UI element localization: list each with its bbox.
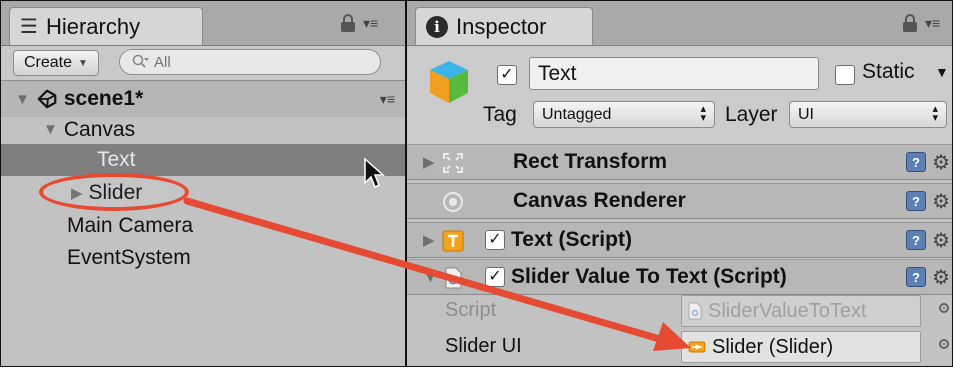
property-label: Slider UI: [445, 335, 522, 357]
info-icon: i: [426, 15, 448, 38]
static-label: Static: [862, 60, 915, 83]
hierarchy-item-label: EventSystem: [67, 245, 191, 269]
layer-dropdown[interactable]: UI ▴ ▾: [789, 101, 947, 128]
panel-menu-icon[interactable]: ▾≡: [925, 15, 940, 32]
static-dropdown-icon[interactable]: ▼: [935, 64, 949, 80]
help-book-icon[interactable]: ?: [906, 267, 926, 287]
tab-inspector[interactable]: i Inspector: [415, 7, 593, 45]
component-label: Slider Value To Text (Script): [511, 265, 787, 288]
collapse-arrow-icon[interactable]: ▶: [423, 153, 435, 171]
gameobject-cube-icon: [430, 61, 468, 103]
collapse-arrow-icon[interactable]: ▶: [423, 231, 435, 249]
mouse-cursor-icon: [364, 157, 385, 189]
component-enabled-checkbox[interactable]: ✓: [485, 267, 505, 287]
hierarchy-item-text[interactable]: Text: [1, 144, 405, 176]
active-checkbox[interactable]: ✓: [497, 65, 517, 85]
scene-name: scene1*: [63, 87, 144, 110]
rect-transform-icon: [443, 153, 463, 173]
hierarchy-item-label: Main Camera: [67, 213, 194, 237]
gameobject-header: ✓ Text Static ▼ Tag Untagged ▴ ▾ Layer UI…: [407, 46, 952, 145]
help-book-icon[interactable]: ?: [906, 152, 926, 172]
updown-arrow-icon: ▴ ▾: [700, 103, 706, 124]
updown-arrow-icon: ▴ ▾: [932, 103, 938, 124]
hierarchy-item-label: Text: [97, 148, 136, 171]
hierarchy-toolbar: Create ▼: [1, 46, 405, 81]
hierarchy-panel: ☰ Hierarchy ▾≡ Create ▼ All ▼ scene1* ▾≡…: [1, 1, 407, 366]
search-input[interactable]: [154, 53, 304, 71]
static-checkbox[interactable]: [835, 65, 855, 85]
scene-menu-icon[interactable]: ▾≡: [380, 91, 395, 108]
create-button-label: Create: [24, 54, 73, 71]
object-picker-icon: [939, 303, 949, 313]
tab-hierarchy[interactable]: ☰ Hierarchy: [9, 7, 203, 45]
annotation-ellipse: [39, 173, 189, 211]
search-icon: [132, 54, 149, 68]
script-file-icon: [445, 267, 462, 289]
component-slider-value-to-text[interactable]: ▼ ✓ Slider Value To Text (Script) ? ⚙: [407, 259, 952, 295]
expand-arrow-icon[interactable]: ▼: [15, 91, 30, 108]
text-component-icon: [442, 230, 464, 252]
help-book-icon[interactable]: ?: [906, 191, 926, 211]
tag-label: Tag: [483, 103, 517, 126]
gear-icon[interactable]: ⚙: [932, 228, 950, 253]
search-field[interactable]: [119, 49, 381, 75]
component-label: Canvas Renderer: [513, 189, 686, 212]
editor-frame: ☰ Hierarchy ▾≡ Create ▼ All ▼ scene1* ▾≡…: [0, 0, 953, 367]
inspector-panel: i Inspector ▾≡ ✓ Text Static ▼ Tag Untag…: [407, 1, 952, 366]
unity-scene-icon: [37, 89, 57, 109]
lock-icon[interactable]: [341, 13, 355, 32]
hierarchy-item-label: Canvas: [63, 117, 136, 141]
tag-value: Untagged: [542, 105, 612, 123]
scene-row[interactable]: ▼ scene1* ▾≡: [1, 81, 405, 117]
component-label: Text (Script): [511, 228, 632, 251]
gear-icon[interactable]: ⚙: [932, 189, 950, 214]
hierarchy-item-canvas[interactable]: ▼ Canvas: [1, 114, 405, 145]
hierarchy-tab-tools: ▾≡: [341, 13, 378, 32]
layer-label: Layer: [725, 103, 778, 126]
component-rect-transform[interactable]: ▶ Rect Transform ? ⚙: [407, 144, 952, 180]
tab-hierarchy-label: Hierarchy: [45, 13, 141, 39]
tag-dropdown[interactable]: Untagged ▴ ▾: [533, 101, 715, 128]
create-button[interactable]: Create ▼: [13, 50, 99, 76]
lock-icon[interactable]: [903, 13, 917, 32]
gear-icon[interactable]: ⚙: [932, 265, 950, 290]
gear-icon[interactable]: ⚙: [932, 150, 950, 175]
tab-inspector-label: Inspector: [456, 13, 547, 39]
inspector-tab-tools: ▾≡: [903, 13, 940, 32]
component-enabled-checkbox[interactable]: ✓: [485, 230, 505, 250]
help-book-icon[interactable]: ?: [906, 230, 926, 250]
script-object-field: SliderValueToText: [681, 295, 921, 327]
inspector-tabbar: i Inspector ▾≡: [407, 1, 952, 46]
slider-ui-value: Slider (Slider): [712, 335, 834, 358]
list-icon: ☰: [20, 16, 38, 38]
slider-component-icon: [688, 341, 706, 353]
canvas-renderer-icon: [443, 192, 463, 212]
hierarchy-tabbar: ☰ Hierarchy ▾≡: [1, 1, 405, 46]
hierarchy-item-eventsystem[interactable]: EventSystem: [1, 242, 405, 273]
hierarchy-item-main-camera[interactable]: Main Camera: [1, 210, 405, 241]
property-script: Script SliderValueToText: [407, 293, 952, 329]
component-text-script[interactable]: ▶ ✓ Text (Script) ? ⚙: [407, 222, 952, 258]
component-canvas-renderer[interactable]: Canvas Renderer ? ⚙: [407, 183, 952, 219]
object-picker-icon[interactable]: [939, 339, 949, 349]
chevron-down-icon: ▼: [78, 57, 88, 69]
panel-menu-icon[interactable]: ▾≡: [363, 15, 378, 32]
property-label: Script: [445, 299, 497, 321]
script-value: SliderValueToText: [708, 299, 867, 322]
expand-arrow-icon[interactable]: ▼: [43, 121, 58, 138]
script-file-icon: [688, 302, 702, 320]
layer-value: UI: [798, 105, 814, 123]
component-label: Rect Transform: [513, 150, 668, 173]
expand-arrow-icon[interactable]: ▼: [423, 269, 438, 286]
slider-ui-object-field[interactable]: Slider (Slider): [681, 331, 921, 363]
property-slider-ui: Slider UI Slider (Slider): [407, 329, 952, 365]
object-name-field[interactable]: Text: [529, 57, 819, 90]
object-name-value: Text: [538, 61, 577, 85]
